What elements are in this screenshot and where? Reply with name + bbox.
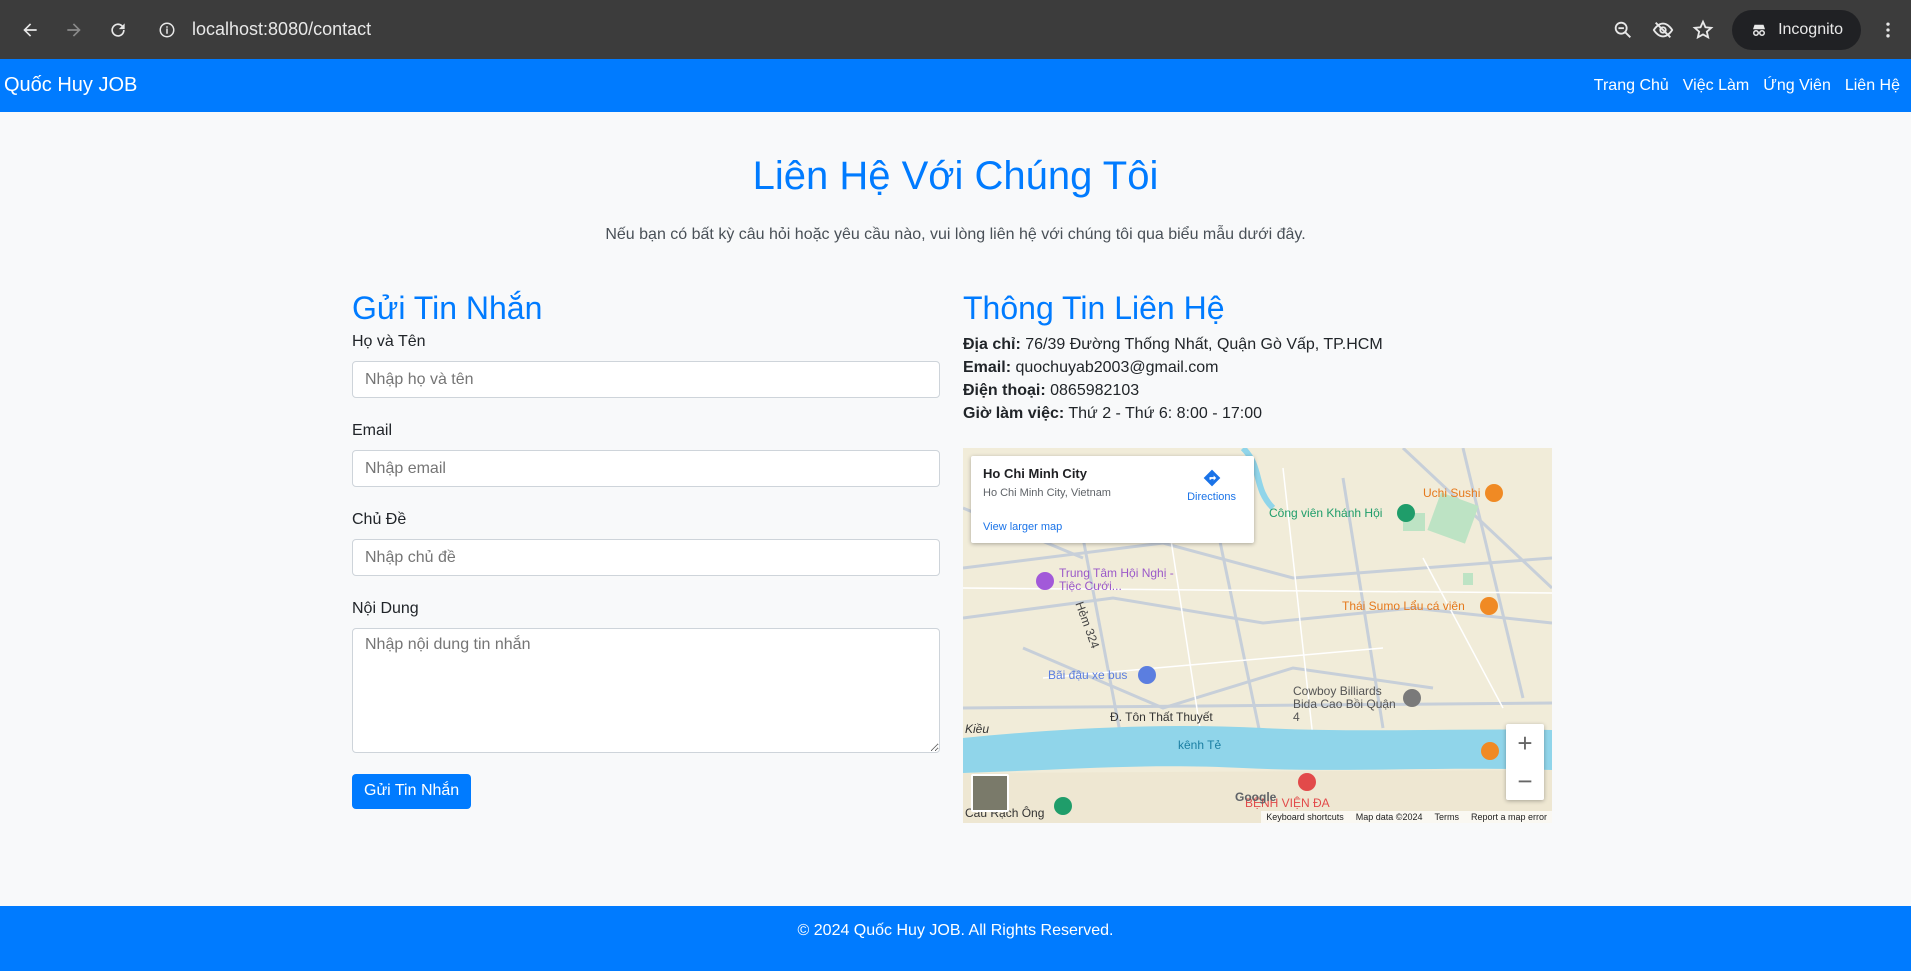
address-value: 76/39 Đường Thống Nhất, Quận Gò Vấp, TP.… [1025, 336, 1383, 353]
contact-heading: Thông Tin Liên Hệ [963, 290, 1225, 326]
message-label: Nội Dung [352, 600, 419, 617]
email-input[interactable] [352, 450, 940, 487]
map-footer-data: Map data ©2024 [1355, 812, 1423, 822]
brand-logo[interactable]: Quốc Huy JOB [4, 74, 137, 97]
message-textarea[interactable] [352, 628, 940, 753]
page-title: Liên Hệ Với Chúng Tôi [752, 154, 1159, 198]
contact-email-label: Email: [963, 359, 1012, 376]
submit-button[interactable]: Gửi Tin Nhắn [352, 773, 472, 809]
nav-link-contact[interactable]: Liên Hệ [1838, 77, 1907, 95]
email-label: Email [352, 422, 393, 439]
subject-input[interactable] [352, 539, 940, 576]
site-footer: © 2024 Quốc Huy JOB. All Rights Reserved… [0, 906, 1911, 971]
map-label-street: Đ. Tôn Thất Thuyết [1110, 710, 1213, 724]
name-input[interactable] [352, 361, 940, 398]
map-zoom-controls: + − [1506, 724, 1544, 800]
email-value: quochuyab2003@gmail.com [1015, 359, 1219, 376]
map-footer-terms[interactable]: Terms [1434, 812, 1459, 822]
address-bar[interactable]: localhost:8080/contact [150, 10, 1612, 50]
main-content: Liên Hệ Với Chúng Tôi Nếu bạn có bất kỳ … [0, 112, 1911, 925]
site-navbar: Quốc Huy JOB Trang Chủ Việc Làm Ứng Viên… [0, 59, 1911, 112]
star-icon[interactable] [1692, 19, 1714, 41]
map-directions-label: Directions [1187, 491, 1236, 503]
phone-label: Điện thoại: [963, 382, 1046, 399]
page-subtitle: Nếu bạn có bất kỳ câu hỏi hoặc yêu cầu n… [605, 226, 1306, 243]
map-footer: Keyboard shortcuts Map data ©2024 Terms … [1261, 811, 1552, 823]
directions-icon [1203, 469, 1220, 487]
incognito-icon [1753, 24, 1766, 36]
url-text[interactable]: localhost:8080/contact [192, 19, 371, 40]
embedded-map[interactable]: Ho Chi Minh City Ho Chi Minh City, Vietn… [963, 448, 1552, 823]
footer-text: © 2024 Quốc Huy JOB. All Rights Reserved… [797, 922, 1114, 939]
zoom-icon[interactable] [1612, 19, 1634, 41]
zoom-out-button[interactable]: − [1506, 762, 1544, 800]
address-label: Địa chỉ: [963, 336, 1021, 353]
form-heading: Gửi Tin Nhắn [352, 290, 543, 326]
map-label-sushi: Uchi Sushi [1423, 486, 1481, 500]
map-label-canal: kênh Tẻ [1178, 738, 1222, 752]
phone-line: Điện thoại: 0865982103 [963, 379, 1551, 402]
hours-line: Giờ làm việc: Thứ 2 - Thứ 6: 8:00 - 17:0… [963, 402, 1551, 425]
contact-form: Gửi Tin Nhắn Họ và Tên Email Chủ Đề Nội … [352, 290, 940, 809]
map-label-billiards: Cowboy Billiards Bida Cao Bồi Quận 4 [1293, 684, 1396, 724]
site-info-icon[interactable] [156, 19, 178, 41]
nav-link-candidates[interactable]: Ứng Viên [1756, 77, 1838, 95]
address-line: Địa chỉ: 76/39 Đường Thống Nhất, Quận Gò… [963, 333, 1551, 356]
browser-toolbar: localhost:8080/contact Incognito [0, 0, 1911, 59]
map-label-convention: Trung Tâm Hội Nghị - Tiệc Cưới... [1059, 566, 1174, 593]
nav-link-home[interactable]: Trang Chủ [1587, 77, 1676, 95]
contact-info: Thông Tin Liên Hệ Địa chỉ: 76/39 Đường T… [963, 290, 1551, 425]
zoom-in-button[interactable]: + [1506, 724, 1544, 762]
phone-value: 0865982103 [1050, 382, 1140, 399]
email-line: Email: quochuyab2003@gmail.com [963, 356, 1551, 379]
incognito-label: Incognito [1778, 20, 1843, 38]
hours-value: Thứ 2 - Thứ 6: 8:00 - 17:00 [1068, 405, 1263, 422]
browser-menu-icon[interactable] [1873, 20, 1903, 40]
nav-links: Trang Chủ Việc Làm Ứng Viên Liên Hệ [1587, 77, 1907, 95]
map-footer-shortcuts[interactable]: Keyboard shortcuts [1266, 812, 1344, 822]
map-label-kieu: Kiều [965, 722, 990, 736]
hours-label: Giờ làm việc: [963, 405, 1065, 422]
back-button[interactable] [8, 8, 52, 52]
map-view-larger-link[interactable]: View larger map [983, 521, 1062, 533]
map-label-park: Công viên Khánh Hội [1269, 506, 1383, 520]
name-label: Họ và Tên [352, 333, 426, 350]
incognito-badge[interactable]: Incognito [1732, 9, 1861, 50]
arrow-right-icon [67, 22, 81, 37]
reload-icon [111, 22, 125, 37]
map-label-bus: Bãi đậu xe bus [1048, 668, 1128, 682]
subject-label: Chủ Đề [352, 511, 407, 528]
google-logo: Google [1235, 790, 1277, 804]
eye-off-icon[interactable] [1652, 19, 1674, 41]
map-place-card: Ho Chi Minh City Ho Chi Minh City, Vietn… [971, 456, 1254, 543]
arrow-left-icon [23, 22, 37, 37]
nav-link-jobs[interactable]: Việc Làm [1676, 77, 1756, 95]
reload-button[interactable] [96, 8, 140, 52]
map-directions-button[interactable]: Directions [1187, 468, 1236, 503]
map-label-hotpot: Thái Sumo Lẩu cá viên [1342, 599, 1465, 613]
map-satellite-toggle[interactable] [971, 774, 1009, 812]
forward-button[interactable] [52, 8, 96, 52]
map-footer-report[interactable]: Report a map error [1471, 812, 1547, 822]
